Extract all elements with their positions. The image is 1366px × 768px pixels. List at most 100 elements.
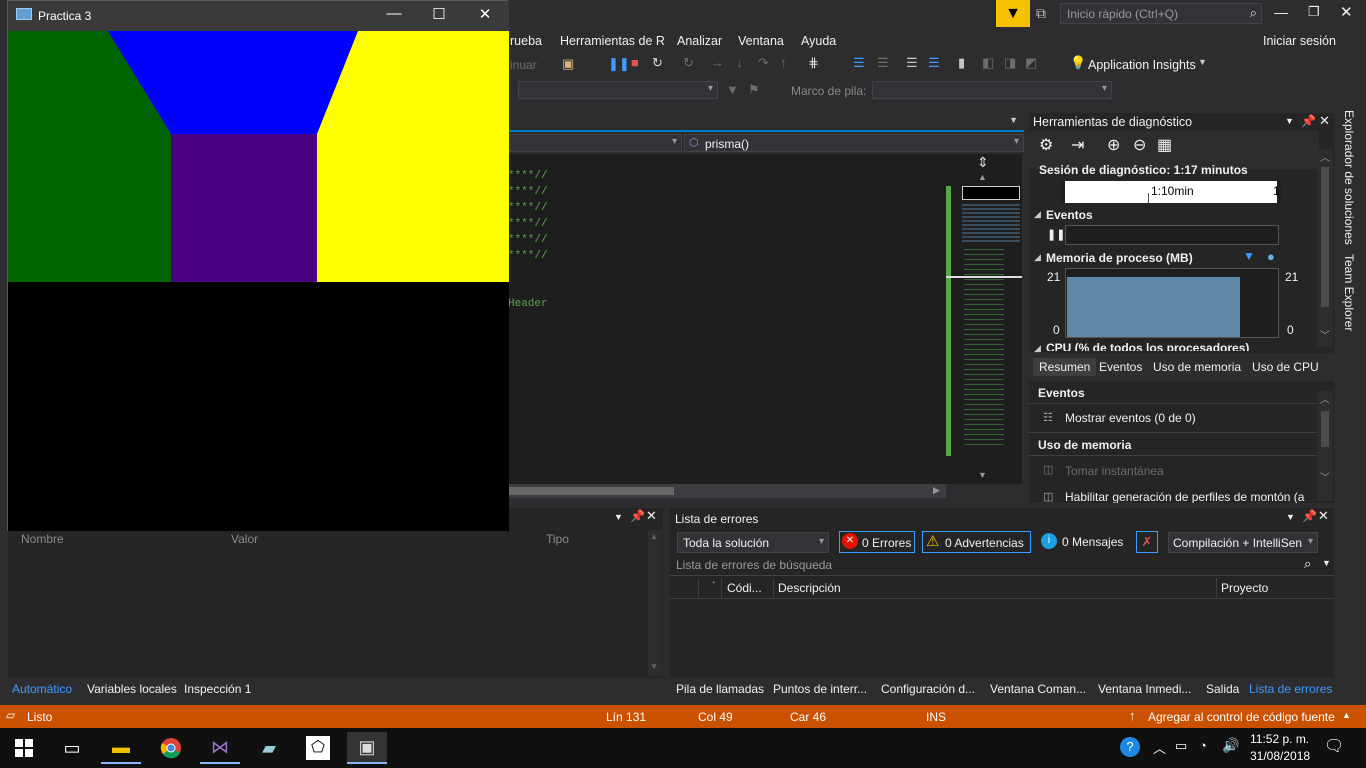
column-tipo[interactable]: Tipo [546, 532, 569, 546]
process-icon[interactable]: ▣ [562, 56, 574, 72]
tab-ventana-inmediato[interactable]: Ventana Inmedi... [1098, 682, 1191, 696]
code-minimap[interactable]: ⇕ ▲ ▼ [946, 154, 1022, 484]
tab-uso-cpu[interactable]: Uso de CPU [1252, 360, 1319, 374]
tab-salida[interactable]: Salida [1206, 682, 1239, 696]
thread-icon[interactable]: ☰ [853, 55, 865, 71]
hex-icon[interactable]: ⋕ [808, 55, 819, 71]
sort-icon[interactable]: ᐩ [712, 579, 716, 590]
tab-automatico[interactable]: Automático [12, 682, 72, 696]
search-icon[interactable]: ⌕ [1250, 5, 1257, 21]
outline-icon[interactable]: ☰ [877, 55, 889, 71]
stack-frame-dropdown[interactable]: ▾ [872, 81, 1112, 99]
practica-title-bar[interactable]: Practica 3 — ☐ ✕ [8, 1, 509, 31]
show-events-link[interactable]: Mostrar eventos (0 de 0) [1065, 411, 1196, 425]
minimize-vs-button[interactable]: — [1274, 4, 1288, 20]
step-over-icon[interactable]: ↓ [736, 55, 743, 70]
tab-puntos-interrupcion[interactable]: Puntos de interr... [773, 682, 867, 696]
tab-list-chevron-icon[interactable]: ▼ [1009, 115, 1018, 125]
step-icon[interactable]: ↻ [683, 55, 694, 71]
step-out-icon[interactable]: ↷ [758, 55, 769, 71]
source-control-chevron-icon[interactable]: ▲ [1342, 710, 1351, 720]
battery-icon[interactable]: ▭ [1175, 738, 1187, 754]
menu-ventana[interactable]: Ventana [738, 34, 784, 48]
quick-launch-input[interactable]: Inicio rápido (Ctrl+Q) [1067, 7, 1178, 21]
tray-chevron-icon[interactable]: ︿ [1153, 738, 1166, 757]
code-editor[interactable]: ****// ****// ****// ****// ****// ****/… [508, 154, 946, 484]
feedback-icon[interactable]: ⧉ [1036, 5, 1046, 22]
menu-herramientas-r[interactable]: Herramientas de R [560, 34, 665, 48]
locals-menu-chevron-icon[interactable]: ▼ [614, 512, 623, 522]
sign-in-link[interactable]: Iniciar sesión [1263, 34, 1336, 48]
file-explorer-icon[interactable]: ▬ [101, 732, 141, 764]
clock-time[interactable]: 11:52 p. m. [1250, 732, 1309, 746]
help-icon[interactable]: ? [1120, 737, 1140, 757]
filter-icon[interactable]: ▼ [996, 0, 1030, 27]
maximize-button[interactable]: ☐ [419, 5, 459, 27]
errors-pin-icon[interactable]: 📌 [1302, 509, 1317, 523]
timeline-ruler[interactable]: 1:10min 1 [1033, 181, 1315, 203]
pin-icon[interactable]: 📌 [1301, 114, 1316, 128]
task-view-icon[interactable]: ▭ [52, 732, 92, 764]
thread-dropdown[interactable]: ▾ [518, 81, 718, 99]
locals-scrollbar[interactable]: ▲ ▼ [648, 530, 662, 676]
clear-bookmark-icon[interactable]: ◩ [1025, 55, 1037, 71]
scope-dropdown[interactable]: ▾ [508, 134, 682, 152]
tab-uso-memoria[interactable]: Uso de memoria [1153, 360, 1241, 374]
tab-variables-locales[interactable]: Variables locales [87, 682, 177, 696]
visual-studio-icon[interactable]: ⋈ [200, 732, 240, 764]
tab-lista-errores[interactable]: Lista de errores [1249, 682, 1332, 696]
scope-select[interactable]: Toda la solución ▾ [677, 532, 829, 553]
restore-vs-button[interactable]: ❐ [1308, 4, 1320, 20]
quick-launch-box[interactable]: Inicio rápido (Ctrl+Q) ⌕ [1060, 3, 1262, 24]
heap-profiling-checkbox[interactable]: Habilitar generación de perfiles de mont… [1065, 490, 1304, 503]
close-icon[interactable]: ✕ [1319, 113, 1330, 129]
horizontal-scrollbar[interactable]: ▶ [508, 484, 946, 498]
team-explorer-tab[interactable]: Team Explorer [1342, 254, 1356, 331]
function-dropdown[interactable]: ⬡ prisma() ▾ [684, 134, 1024, 152]
errors-menu-chevron-icon[interactable]: ▼ [1286, 512, 1295, 522]
chrome-icon[interactable] [151, 732, 191, 764]
add-source-control-button[interactable]: Agregar al control de código fuente [1148, 710, 1335, 724]
scroll-up-icon[interactable]: ▲ [978, 172, 987, 182]
split-icon[interactable]: ⇕ [977, 154, 989, 171]
reset-view-icon[interactable]: ▦ [1157, 135, 1172, 155]
tab-ventana-comandos[interactable]: Ventana Coman... [990, 682, 1086, 696]
tab-configuracion[interactable]: Configuración d... [881, 682, 975, 696]
indent-icon[interactable]: ☰ [906, 55, 918, 71]
clock-date[interactable]: 31/08/2018 [1250, 749, 1310, 763]
next-bookmark-icon[interactable]: ◨ [1004, 55, 1016, 71]
errors-close-icon[interactable]: ✕ [1318, 508, 1329, 524]
lightbulb-icon[interactable]: 💡 [1070, 55, 1086, 71]
build-filter-select[interactable]: Compilación + IntelliSen ▾ [1168, 532, 1318, 553]
pause-icon[interactable]: ❚❚ [608, 56, 630, 72]
volume-icon[interactable]: 🔊 [1222, 737, 1239, 754]
search-options-chevron-icon[interactable]: ▼ [1322, 558, 1331, 568]
step-up-icon[interactable]: ↑ [780, 55, 787, 70]
close-vs-button[interactable]: ✕ [1340, 3, 1353, 21]
pause-events-icon[interactable]: ❚❚ [1047, 228, 1065, 241]
events-collapse-icon[interactable]: ◢ [1034, 209, 1041, 220]
error-search-input[interactable]: Lista de errores de búsqueda [676, 558, 832, 572]
chevron-down-icon[interactable]: ▼ [1198, 57, 1207, 67]
locals-close-icon[interactable]: ✕ [646, 508, 657, 524]
diag-bottom-scrollbar[interactable]: ︿ ﹀ [1317, 391, 1333, 501]
column-proyecto[interactable]: Proyecto [1221, 581, 1268, 595]
stop-icon[interactable]: ■ [631, 55, 639, 70]
menu-analizar[interactable]: Analizar [677, 34, 722, 48]
continue-button[interactable]: inuar [510, 58, 537, 72]
tab-resumen[interactable]: Resumen [1033, 358, 1097, 376]
solution-explorer-tab[interactable]: Explorador de soluciones [1342, 110, 1356, 245]
notifications-icon[interactable]: 🗨 [1324, 736, 1344, 756]
error-search-icon[interactable]: ⌕ [1304, 556, 1311, 572]
memory-collapse-icon[interactable]: ◢ [1034, 252, 1041, 263]
warnings-filter-button[interactable]: ⚠ 0 Advertencias [922, 531, 1031, 553]
close-button[interactable]: ✕ [465, 5, 505, 27]
minimize-button[interactable]: — [374, 5, 414, 27]
panel-menu-chevron-icon[interactable]: ▼ [1285, 116, 1294, 126]
diag-top-scrollbar[interactable]: ︿ ﹀ [1317, 149, 1333, 347]
take-snapshot-button[interactable]: Tomar instantánea [1065, 464, 1164, 478]
errors-filter-button[interactable]: ✕ 0 Errores [839, 531, 915, 553]
events-track[interactable] [1065, 225, 1279, 245]
opengl-app-icon[interactable]: ▣ [347, 732, 387, 764]
prev-bookmark-icon[interactable]: ◧ [982, 55, 994, 71]
